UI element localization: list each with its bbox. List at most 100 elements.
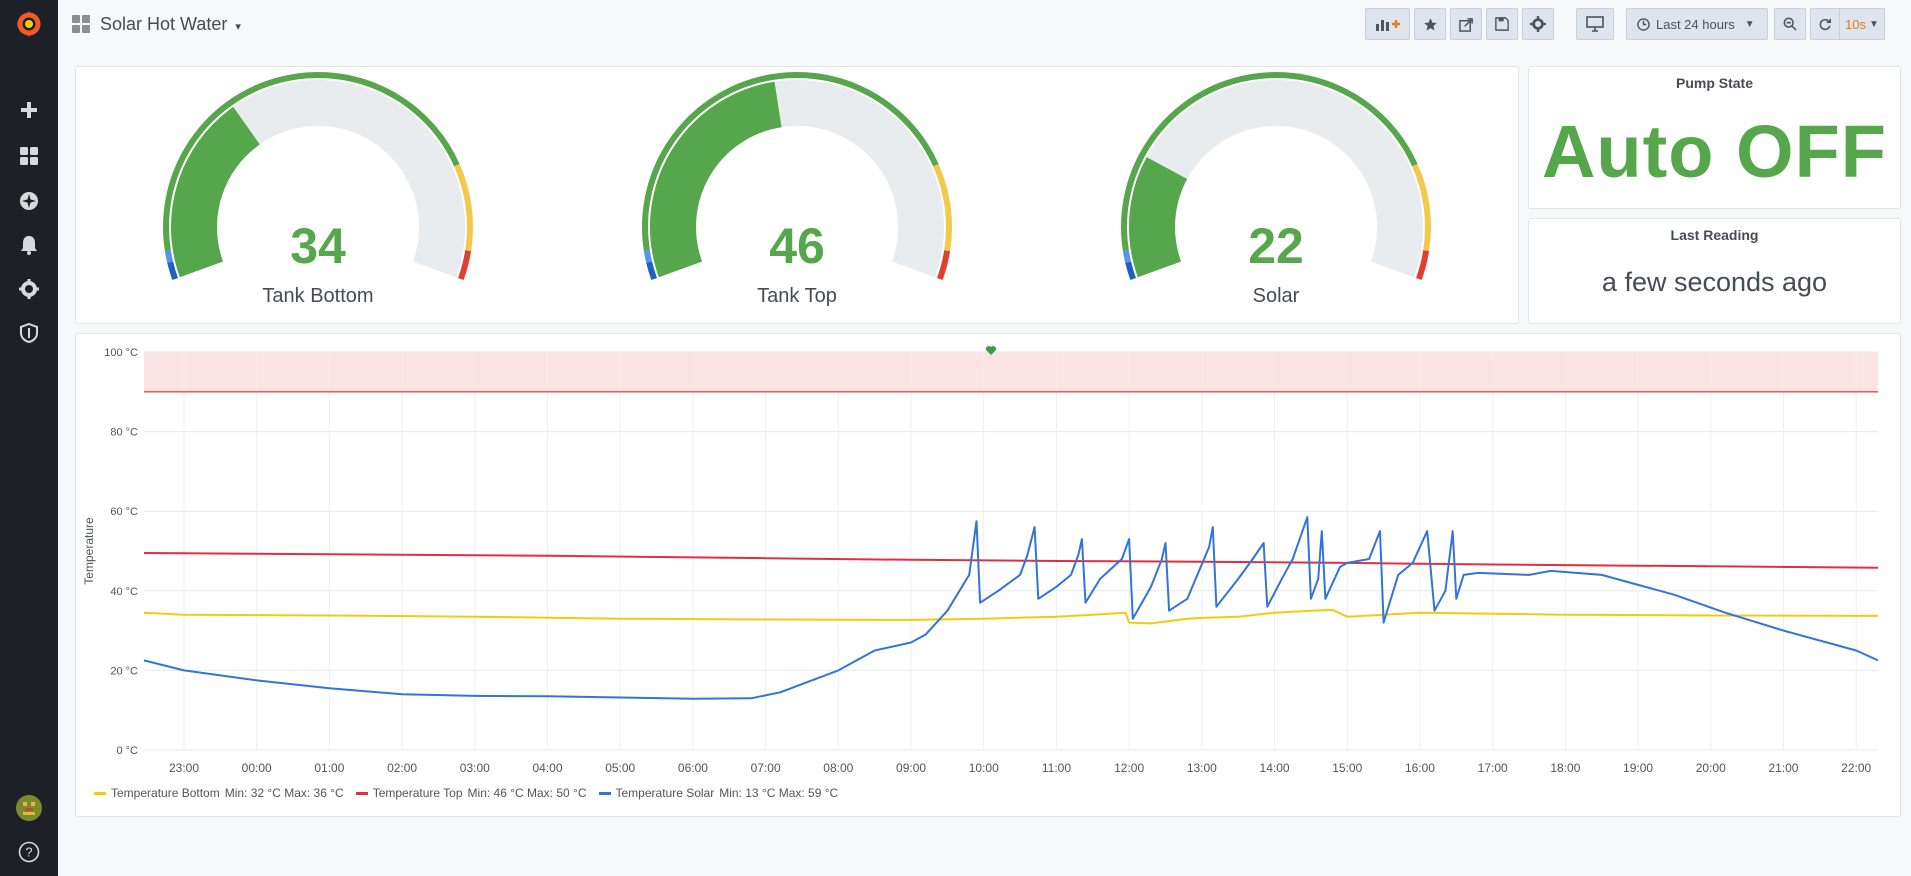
- chevron-down-icon: ▼: [1744, 18, 1755, 30]
- help-icon[interactable]: ?: [0, 834, 58, 870]
- temperature-graph-panel: 0 °C 20 °C 40 °C 60 °C 80 °C 100 °C 23:00 00:00…: [75, 333, 1901, 817]
- chevron-down-icon: ▼: [1869, 18, 1879, 30]
- dashboard-grid-icon: [72, 15, 90, 33]
- legend-swatch: [598, 791, 611, 795]
- add-panel-button[interactable]: [1365, 8, 1410, 40]
- configuration-gear-icon[interactable]: [0, 271, 58, 307]
- settings-gear-icon: [1530, 16, 1546, 32]
- x-tick-label: 19:00: [1623, 761, 1653, 774]
- last-reading-value: a few seconds ago: [1601, 267, 1828, 297]
- legend-item-solar[interactable]: Temperature Solar Min: 13 °C Max: 59 °C: [598, 786, 839, 800]
- gauge-label: Tank Top: [757, 285, 837, 307]
- add-panel-icon: [1375, 20, 1400, 31]
- x-tick-label: 15:00: [1332, 761, 1362, 774]
- share-button[interactable]: [1450, 8, 1482, 40]
- x-tick-label: 10:00: [969, 761, 999, 774]
- zoom-out-button[interactable]: [1774, 8, 1806, 40]
- gauge-value: 34: [290, 218, 346, 274]
- x-tick-label: 22:00: [1841, 761, 1871, 774]
- save-icon: [1495, 17, 1509, 31]
- x-tick-label: 01:00: [314, 761, 344, 774]
- chevron-down-icon: ▾: [235, 20, 241, 33]
- x-tick-label: 18:00: [1550, 761, 1580, 774]
- refresh-interval-picker[interactable]: 10s ▼: [1839, 8, 1885, 40]
- y-tick-label: 80 °C: [110, 427, 138, 439]
- x-tick-label: 03:00: [460, 761, 490, 774]
- create-plus-icon[interactable]: [0, 92, 58, 128]
- x-tick-label: 17:00: [1478, 761, 1508, 774]
- panel-title: Pump State: [1675, 75, 1753, 91]
- gauge-solar: 22 Solar: [1116, 67, 1436, 322]
- series-line-top: [143, 552, 1879, 569]
- x-tick-label: 09:00: [896, 761, 926, 774]
- threshold-region: [144, 352, 1878, 392]
- monitor-icon: [1586, 16, 1604, 32]
- legend-minmax: Min: 32 °C Max: 36 °C: [224, 786, 344, 800]
- panel-title: Last Reading: [1670, 227, 1759, 243]
- legend-item-bottom[interactable]: Temperature Bottom Min: 32 °C Max: 36 °C: [94, 786, 344, 800]
- x-tick-label: 02:00: [387, 761, 417, 774]
- temperature-chart[interactable]: 0 °C 20 °C 40 °C 60 °C 80 °C 100 °C 23:00 00:00…: [76, 334, 1900, 774]
- share-icon: [1458, 17, 1473, 32]
- y-tick-label: 40 °C: [110, 586, 138, 598]
- x-tick-label: 14:00: [1260, 761, 1290, 774]
- x-tick-label: 23:00: [169, 761, 199, 774]
- star-button[interactable]: [1414, 8, 1446, 40]
- legend-minmax: Min: 13 °C Max: 59 °C: [719, 786, 839, 800]
- gauge-value: 46: [769, 218, 825, 274]
- user-avatar[interactable]: [0, 790, 58, 826]
- x-tick-label: 16:00: [1405, 761, 1435, 774]
- x-tick-label: 20:00: [1696, 761, 1726, 774]
- chart-legend: Temperature Bottom Min: 32 °C Max: 36 °C…: [94, 786, 838, 800]
- pump-state-value: Auto OFF: [1541, 110, 1887, 193]
- x-tick-label: 00:00: [242, 761, 272, 774]
- x-tick-label: 11:00: [1042, 761, 1071, 774]
- save-button[interactable]: [1486, 8, 1518, 40]
- time-picker-button[interactable]: Last 24 hours ▼: [1626, 8, 1768, 40]
- tv-mode-button[interactable]: [1576, 8, 1614, 40]
- alerting-bell-icon[interactable]: [0, 227, 58, 263]
- legend-swatch: [355, 791, 368, 795]
- x-tick-label: 05:00: [605, 761, 635, 774]
- svg-text:?: ?: [25, 845, 32, 860]
- dashboard-title[interactable]: Solar Hot Water: [100, 14, 227, 35]
- settings-button[interactable]: [1522, 8, 1554, 40]
- gauge-label: Solar: [1252, 285, 1300, 307]
- legend-series-name: Temperature Solar: [615, 786, 715, 800]
- zoom-out-icon: [1783, 17, 1797, 31]
- gauge-arc: [642, 72, 952, 281]
- dashboard-picker[interactable]: Solar Hot Water ▾: [72, 10, 241, 38]
- y-tick-label: 0 °C: [116, 745, 138, 757]
- grafana-logo-icon[interactable]: [0, 6, 58, 42]
- legend-series-name: Temperature Bottom: [111, 786, 220, 800]
- clock-icon: [1637, 17, 1650, 31]
- y-tick-label: 100 °C: [104, 347, 138, 359]
- refresh-icon: [1819, 18, 1832, 31]
- legend-item-top[interactable]: Temperature Top Min: 46 °C Max: 50 °C: [355, 786, 587, 800]
- x-tick-label: 04:00: [532, 761, 562, 774]
- last-reading-panel: Last Reading a few seconds ago: [1528, 218, 1901, 324]
- x-tick-label: 21:00: [1768, 761, 1798, 774]
- gauge-value: 22: [1248, 218, 1304, 274]
- refresh-button[interactable]: [1810, 8, 1840, 40]
- gauge-tank-bottom: 34 Tank Bottom: [158, 67, 478, 322]
- x-tick-label: 06:00: [678, 761, 708, 774]
- refresh-interval-label: 10s: [1845, 16, 1867, 32]
- explore-compass-icon[interactable]: [0, 183, 58, 219]
- star-icon: [1423, 17, 1437, 30]
- dashboards-icon[interactable]: [0, 138, 58, 174]
- time-range-label: Last 24 hours: [1656, 16, 1735, 32]
- legend-series-name: Temperature Top: [372, 786, 463, 800]
- gauges-panel: 34 Tank Bottom 46 Tank Top 22 Solar: [75, 66, 1519, 324]
- x-tick-label: 08:00: [823, 761, 853, 774]
- y-tick-label: 60 °C: [110, 506, 138, 518]
- shield-icon[interactable]: [0, 315, 58, 351]
- gauge-label: Tank Bottom: [262, 285, 374, 307]
- x-tick-label: 13:00: [1187, 761, 1217, 774]
- y-tick-label: 20 °C: [110, 665, 138, 677]
- pump-state-panel: Pump State Auto OFF: [1528, 66, 1901, 209]
- x-tick-label: 07:00: [751, 761, 781, 774]
- gauge-arc: [163, 72, 473, 281]
- series-line-solar: [143, 516, 1879, 700]
- top-navbar: Solar Hot Water ▾ Last 24 hours ▼ 10s ▼: [58, 0, 1911, 50]
